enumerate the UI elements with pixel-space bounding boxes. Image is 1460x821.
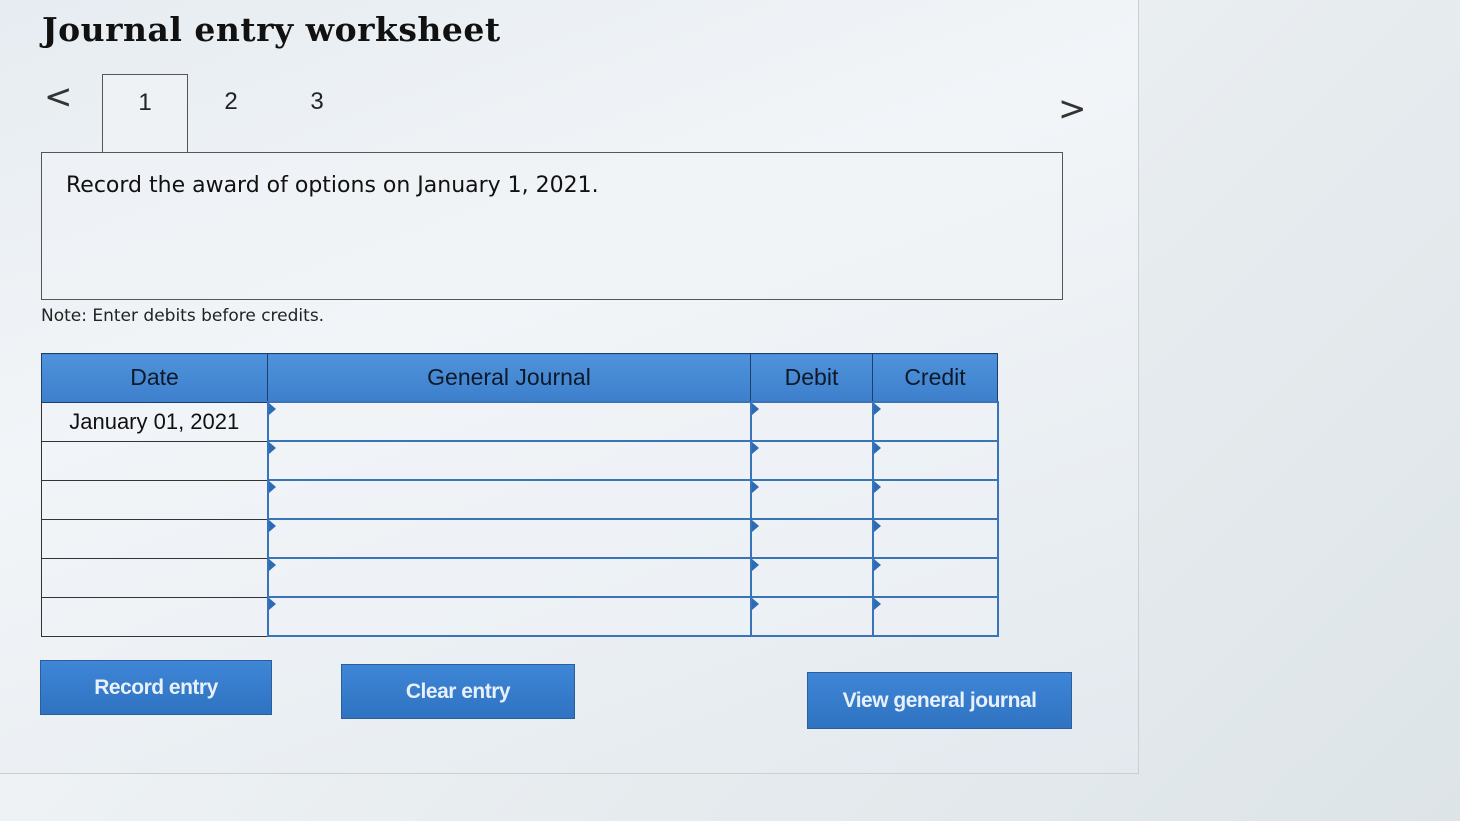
header-date: Date	[41, 353, 268, 403]
debit-input[interactable]	[749, 518, 874, 559]
date-cell	[41, 596, 268, 637]
tab-1[interactable]: 1	[102, 74, 188, 152]
header-general-journal: General Journal	[267, 353, 751, 403]
date-cell: January 01, 2021	[41, 401, 268, 442]
record-entry-button[interactable]: Record entry	[40, 660, 272, 715]
debit-input[interactable]	[749, 440, 874, 481]
account-input[interactable]	[266, 479, 752, 520]
credit-input[interactable]	[871, 440, 999, 481]
journal-table: Date General Journal Debit Credit Januar…	[41, 353, 999, 637]
credit-input[interactable]	[871, 401, 999, 442]
credit-input[interactable]	[871, 518, 999, 559]
note-text: Note: Enter debits before credits.	[41, 306, 325, 326]
credit-input[interactable]	[871, 557, 999, 598]
credit-input[interactable]	[871, 479, 999, 520]
account-input[interactable]	[266, 596, 752, 637]
account-input[interactable]	[266, 557, 752, 598]
header-credit: Credit	[872, 353, 998, 403]
view-general-journal-button[interactable]: View general journal	[807, 672, 1072, 729]
debit-input[interactable]	[749, 557, 874, 598]
clear-entry-button[interactable]: Clear entry	[341, 664, 575, 719]
date-cell	[41, 440, 268, 481]
table-row	[41, 440, 999, 481]
table-header-row: Date General Journal Debit Credit	[41, 353, 998, 403]
account-input[interactable]	[266, 401, 752, 442]
date-cell	[41, 518, 268, 559]
tab-2[interactable]: 2	[188, 74, 274, 152]
account-input[interactable]	[266, 440, 752, 481]
debit-input[interactable]	[749, 401, 874, 442]
table-row	[41, 557, 999, 598]
page-title: Journal entry worksheet	[42, 10, 501, 49]
table-row: January 01, 2021	[41, 401, 999, 442]
header-debit: Debit	[750, 353, 873, 403]
date-cell	[41, 557, 268, 598]
tab-3[interactable]: 3	[274, 74, 360, 152]
debit-input[interactable]	[749, 596, 874, 637]
instruction-text: Record the award of options on January 1…	[66, 173, 599, 198]
chevron-left-icon[interactable]: <	[44, 80, 73, 114]
table-row	[41, 596, 999, 637]
chevron-right-icon[interactable]: >	[1058, 92, 1087, 126]
table-row	[41, 479, 999, 520]
debit-input[interactable]	[749, 479, 874, 520]
table-row	[41, 518, 999, 559]
credit-input[interactable]	[871, 596, 999, 637]
instruction-box: Record the award of options on January 1…	[41, 152, 1063, 300]
worksheet-panel: Journal entry worksheet < > 1 2 3 Record…	[0, 0, 1139, 774]
date-cell	[41, 479, 268, 520]
account-input[interactable]	[266, 518, 752, 559]
